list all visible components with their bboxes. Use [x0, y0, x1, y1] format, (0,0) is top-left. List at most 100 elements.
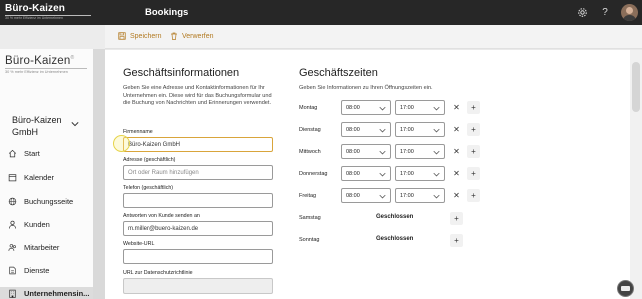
discard-label: Verwerfen	[182, 32, 214, 40]
brand-name: Büro-Kaizen	[5, 3, 65, 14]
address-field[interactable]: Ort oder Raum hinzufügen	[123, 165, 273, 180]
chevron-down-icon[interactable]	[71, 120, 79, 128]
command-bar: Speichern Verwerfen	[105, 25, 642, 49]
company-name-field[interactable]: Büro-Kaizen GmbH	[123, 137, 273, 152]
end-time-value: 17:00	[400, 192, 414, 199]
sidebar-scrollbar[interactable]	[93, 49, 105, 299]
end-time-value: 17:00	[400, 104, 414, 111]
save-icon	[118, 32, 126, 40]
sidebar-item-start[interactable]: Start	[8, 149, 40, 158]
start-time-select[interactable]: 08:00	[341, 166, 391, 181]
business-info-title: Geschäftsinformationen	[123, 67, 240, 79]
add-icon[interactable]: +	[467, 189, 480, 202]
website-label: Website-URL	[123, 241, 155, 247]
home-icon	[8, 149, 17, 158]
chevron-down-icon	[433, 150, 440, 155]
website-field[interactable]	[123, 249, 273, 264]
sidebar-logo: Büro-Kaizen® 30 % mehr Effizienz im Unte…	[5, 55, 87, 74]
business-info-description: Geben Sie eine Adresse und Kontaktinform…	[123, 85, 272, 107]
gear-icon[interactable]	[576, 7, 588, 19]
sidebar-logo-reg: ®	[70, 55, 75, 62]
services-icon	[9, 266, 16, 275]
add-icon[interactable]: +	[467, 123, 480, 136]
sidebar-item-business-info[interactable]: Unternehmensin...	[8, 289, 89, 298]
privacy-url-label: URL zur Datenschutzrichtlinie	[123, 270, 193, 276]
day-label: Freitag	[299, 193, 317, 199]
sidebar-item-booking-page[interactable]: Buchungsseite	[8, 197, 73, 206]
start-time-select[interactable]: 08:00	[341, 144, 391, 159]
close-icon[interactable]: ✕	[450, 167, 463, 180]
chevron-down-icon	[433, 172, 440, 177]
reply-to-field[interactable]: m.miller@buero-kaizen.de	[123, 221, 273, 236]
sidebar-item-label: Start	[24, 149, 40, 158]
brand-logo[interactable]: Büro-Kaizen 30 % mehr Effizienz im Unter…	[5, 3, 91, 21]
chevron-down-icon	[433, 106, 440, 111]
phone-field[interactable]	[123, 193, 273, 208]
chevron-down-icon	[433, 194, 440, 199]
close-icon[interactable]: ✕	[450, 189, 463, 202]
sidebar-item-label: Buchungsseite	[24, 197, 74, 206]
sidebar-item-calendar[interactable]: Kalender	[8, 173, 54, 182]
sidebar-item-services[interactable]: Dienste	[8, 266, 49, 275]
day-label: Sonntag	[299, 237, 320, 243]
start-time-value: 08:00	[346, 148, 360, 155]
day-label: Donnerstag	[299, 171, 328, 177]
sidebar-logo-tag: 30 % mehr Effizienz im Unternehmen	[5, 70, 68, 74]
sidebar-item-label: Kalender	[24, 173, 55, 182]
add-icon[interactable]: +	[450, 234, 463, 247]
privacy-url-field[interactable]	[123, 278, 273, 294]
day-label: Montag	[299, 105, 318, 111]
discard-button[interactable]: Verwerfen	[170, 32, 214, 40]
save-label: Speichern	[130, 32, 162, 40]
start-time-value: 08:00	[346, 126, 360, 133]
end-time-select[interactable]: 17:00	[395, 166, 445, 181]
close-icon[interactable]: ✕	[450, 101, 463, 114]
sidebar-logo-divider	[5, 68, 87, 69]
add-icon[interactable]: +	[467, 101, 480, 114]
sidebar-item-label: Unternehmensin...	[24, 289, 90, 298]
closed-status: Geschlossen	[376, 236, 414, 242]
add-icon[interactable]: +	[467, 145, 480, 158]
end-time-select[interactable]: 17:00	[395, 100, 445, 115]
end-time-select[interactable]: 17:00	[395, 188, 445, 203]
end-time-value: 17:00	[400, 126, 414, 133]
people-icon	[8, 244, 16, 251]
avatar[interactable]	[621, 4, 638, 21]
start-time-select[interactable]: 08:00	[341, 100, 391, 115]
sidebar-logo-name: Büro-Kaizen	[5, 55, 71, 67]
save-button[interactable]: Speichern	[118, 32, 162, 40]
close-icon[interactable]: ✕	[450, 123, 463, 136]
presenter-badge-icon[interactable]	[617, 280, 634, 297]
add-icon[interactable]: +	[450, 212, 463, 225]
start-time-select[interactable]: 08:00	[341, 188, 391, 203]
top-bar: Büro-Kaizen 30 % mehr Effizienz im Unter…	[0, 0, 642, 25]
sidebar-item-customers[interactable]: Kunden	[8, 220, 50, 229]
end-time-value: 17:00	[400, 148, 414, 155]
day-label: Samstag	[299, 215, 321, 221]
sidebar: Büro-Kaizen® 30 % mehr Effizienz im Unte…	[0, 49, 93, 299]
chevron-down-icon	[379, 128, 386, 133]
chevron-down-icon	[379, 150, 386, 155]
business-hours-description: Geben Sie Informationen zu Ihren Öffnung…	[299, 85, 433, 91]
chevron-down-icon	[379, 172, 386, 177]
company-name[interactable]: Büro-Kaizen GmbH	[12, 114, 72, 138]
start-time-value: 08:00	[346, 192, 360, 199]
building-icon	[9, 289, 16, 298]
question-icon[interactable]: ?	[599, 7, 611, 19]
close-icon[interactable]: ✕	[450, 145, 463, 158]
main-scrollbar-thumb[interactable]	[632, 62, 640, 112]
end-time-value: 17:00	[400, 170, 414, 177]
brand-tagline: 30 % mehr Effizienz im Unternehmen	[5, 16, 63, 20]
start-time-select[interactable]: 08:00	[341, 122, 391, 137]
sidebar-item-staff[interactable]: Mitarbeiter	[8, 243, 59, 252]
chevron-down-icon	[433, 128, 440, 133]
day-label: Dienstag	[299, 127, 321, 133]
phone-label: Telefon (geschäftlich)	[123, 185, 174, 191]
sidebar-item-label: Mitarbeiter	[24, 243, 60, 252]
calendar-icon	[8, 174, 17, 182]
add-icon[interactable]: +	[467, 167, 480, 180]
app-title: Bookings	[145, 7, 189, 18]
end-time-select[interactable]: 17:00	[395, 122, 445, 137]
end-time-select[interactable]: 17:00	[395, 144, 445, 159]
sidebar-item-label: Kunden	[24, 220, 50, 229]
